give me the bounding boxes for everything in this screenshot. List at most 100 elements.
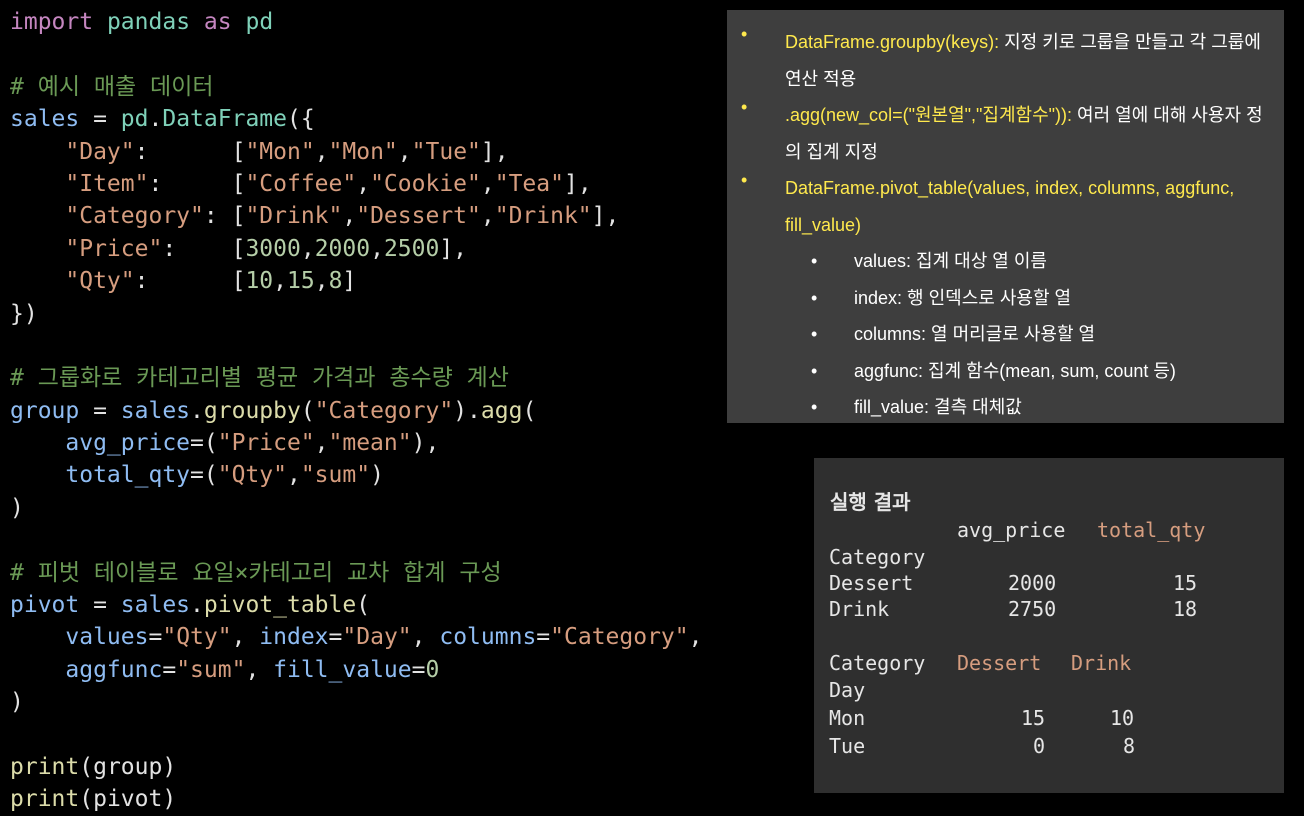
pivot-index-name: Day — [829, 678, 866, 702]
note-item: • DataFrame.groupby(keys): 지정 키로 그룹을 만들고… — [727, 24, 1266, 97]
bullet-icon: • — [741, 97, 748, 117]
code-token: , — [314, 430, 329, 457]
bullet-icon: • — [741, 170, 748, 190]
code-token: [ — [231, 235, 246, 262]
code-token: ( — [300, 397, 315, 424]
code-token: ( — [522, 397, 537, 424]
code-token: , — [397, 138, 412, 165]
code-token: "Price" — [65, 235, 163, 262]
code-line-print-group: print(group) — [10, 751, 703, 783]
group-cell: 2000 — [1008, 571, 1057, 595]
sub-note-item: • index: 행 인덱스로 사용할 열 — [727, 280, 1266, 317]
bullet-icon: • — [741, 24, 748, 44]
code-token: , — [480, 203, 495, 230]
group-cell: 2750 — [1008, 597, 1057, 621]
code-token: : — [162, 235, 232, 262]
code-token: "Price" — [217, 430, 315, 457]
code-token: DataFrame — [162, 106, 287, 133]
code-token: , — [245, 656, 274, 683]
code-token: [ — [231, 203, 246, 230]
code-token: group — [10, 397, 80, 424]
code-token: "Cookie" — [370, 170, 481, 197]
bullet-icon: • — [811, 287, 818, 308]
group-cell: 15 — [1173, 571, 1198, 595]
pivot-row-label: Mon — [829, 706, 866, 730]
code-token: "Day" — [65, 138, 135, 165]
code-token: "Drink" — [494, 203, 592, 230]
code-token: : — [148, 170, 232, 197]
code-token: ). — [453, 397, 481, 424]
code-token: "Tue" — [411, 138, 481, 165]
notes-panel: • DataFrame.groupby(keys): 지정 키로 그룹을 만들고… — [727, 10, 1284, 423]
sub-note-item: • fill_value: 결측 대체값 — [727, 389, 1266, 426]
code-token: , — [314, 268, 329, 295]
code-token: ] — [342, 268, 357, 295]
code-token: , — [342, 203, 357, 230]
code-token: : — [134, 268, 232, 295]
code-token: , — [411, 624, 440, 651]
code-token: = — [411, 656, 426, 683]
code-token: . — [190, 397, 204, 424]
code-token: sales — [120, 592, 191, 619]
code-token: pivot — [93, 786, 163, 813]
pivot-col-header: Dessert — [957, 651, 1042, 675]
code-token: = — [536, 624, 551, 651]
code-token: [ — [231, 170, 246, 197]
code-token: "Drink" — [245, 203, 343, 230]
code-token: print — [10, 786, 80, 813]
code-token: , — [286, 462, 301, 489]
note-item: • DataFrame.pivot_table(values, index, c… — [727, 170, 1266, 243]
group-cell: 18 — [1173, 597, 1198, 621]
code-token: "Item" — [65, 170, 149, 197]
code-token: , — [273, 268, 287, 295]
code-token: ], — [591, 203, 620, 230]
code-token: pivot — [10, 592, 80, 619]
code-line-sales: sales = pd.DataFrame({ — [10, 103, 703, 135]
code-token: , — [231, 624, 260, 651]
code-token: : — [203, 203, 232, 230]
code-token: pandas — [106, 9, 191, 35]
code-token: "Mon" — [245, 138, 315, 165]
code-token: ], — [480, 138, 509, 165]
code-token: "Qty" — [162, 624, 232, 651]
code-token: values — [65, 624, 149, 651]
code-token: 10 — [245, 268, 274, 295]
group-col-header: total_qty — [1097, 518, 1206, 542]
code-line-import: import pandas as pd — [10, 6, 703, 38]
code-token: agg — [480, 397, 523, 424]
code-line-group: group = sales.groupby("Category").agg( — [10, 395, 703, 427]
code-token: . — [190, 592, 204, 619]
sub-note-item: • columns: 열 머리글로 사용할 열 — [727, 316, 1266, 353]
code-token: = — [79, 592, 121, 619]
note-name: .agg(new_col=("원본열","집계함수")): — [785, 105, 1073, 125]
code-token: 3000 — [245, 235, 301, 262]
code-editor: import pandas as pd # 예시 매출 데이터 sales = p… — [10, 6, 703, 816]
code-token: . — [148, 106, 163, 133]
code-token: "Day" — [342, 624, 412, 651]
pivot-row-label: Tue — [829, 734, 866, 758]
note-name: DataFrame.pivot_table(values, index, col… — [785, 178, 1235, 235]
code-token: "sum" — [300, 462, 371, 489]
code-token: = — [328, 624, 343, 651]
code-line-pivot: pivot = sales.pivot_table( — [10, 589, 703, 621]
code-token: =( — [190, 430, 218, 457]
code-token: aggfunc — [65, 656, 163, 683]
code-token: "Qty" — [217, 462, 287, 489]
note-item: • .agg(new_col=("원본열","집계함수")): 여러 열에 대해… — [727, 97, 1266, 170]
code-token: ( — [356, 592, 371, 619]
code-token: group — [93, 753, 163, 780]
pivot-cell: 10 — [1110, 706, 1135, 730]
code-token: ) — [370, 462, 384, 489]
code-token: ], — [439, 235, 468, 262]
code-token: "Coffee" — [245, 170, 357, 197]
code-token: ( — [79, 753, 94, 780]
code-token: =( — [190, 462, 218, 489]
